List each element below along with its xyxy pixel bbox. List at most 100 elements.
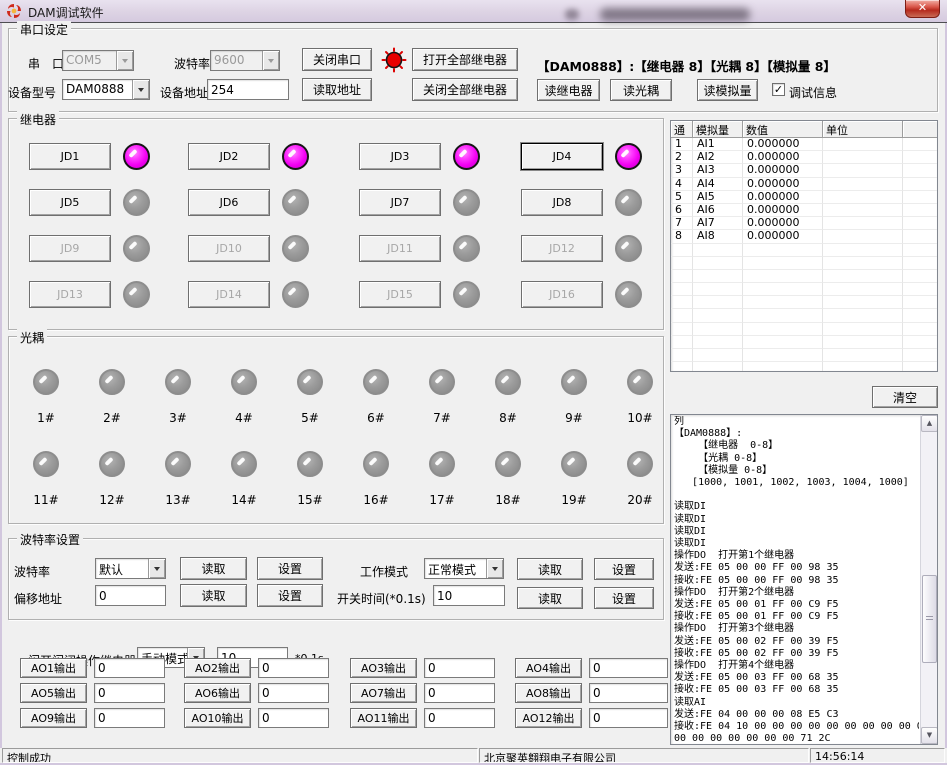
ao-button-ao10[interactable]: AO10输出 bbox=[184, 708, 251, 728]
scroll-down-icon[interactable]: ▼ bbox=[921, 727, 938, 744]
relay-button-jd6[interactable]: JD6 bbox=[188, 189, 270, 216]
ao-button-ao7[interactable]: AO7输出 bbox=[350, 683, 417, 703]
scrollbar-thumb[interactable] bbox=[922, 575, 937, 663]
open-all-relays-button[interactable]: 打开全部继电器 bbox=[412, 48, 518, 71]
ao-input-ao5[interactable] bbox=[94, 683, 165, 703]
ao-button-ao11[interactable]: AO11输出 bbox=[350, 708, 417, 728]
debug-info-checkbox[interactable]: ✓ bbox=[772, 83, 785, 96]
close-button[interactable]: ✕ bbox=[905, 0, 940, 18]
table-row[interactable]: 5AI50.000000 bbox=[671, 191, 937, 204]
offset-address-input[interactable] bbox=[95, 585, 166, 606]
table-cell bbox=[823, 138, 903, 151]
table-cell bbox=[823, 217, 903, 230]
read-workmode-button[interactable]: 读取 bbox=[517, 558, 583, 580]
device-model-select[interactable]: DAM0888 bbox=[62, 79, 150, 100]
title-bar: DAM调试软件 ✕ bbox=[0, 0, 947, 23]
table-row[interactable]: 3AI30.000000 bbox=[671, 164, 937, 177]
relay-button-jd5[interactable]: JD5 bbox=[29, 189, 111, 216]
analog-column-header[interactable]: 数值 bbox=[743, 121, 823, 138]
ao-input-ao7[interactable] bbox=[424, 683, 495, 703]
read-analog-button[interactable]: 读模拟量 bbox=[697, 79, 758, 101]
table-cell: 0.000000 bbox=[743, 204, 823, 217]
relay-button-jd12[interactable]: JD12 bbox=[521, 235, 603, 262]
table-cell bbox=[823, 164, 903, 177]
table-row[interactable]: 8AI80.000000 bbox=[671, 230, 937, 243]
log-line: 发送:FE 05 00 00 FF 00 98 35 bbox=[674, 562, 919, 574]
port-select[interactable]: COM5 bbox=[62, 50, 134, 71]
relay-cell: JD7 bbox=[359, 189, 521, 216]
analog-column-header[interactable]: 单位 bbox=[823, 121, 903, 138]
analog-column-header[interactable]: 通 bbox=[671, 121, 693, 138]
ao-input-ao6[interactable] bbox=[258, 683, 329, 703]
clear-log-button[interactable]: 清空 bbox=[872, 386, 938, 408]
read-baud-button[interactable]: 读取 bbox=[180, 557, 247, 580]
chevron-down-icon[interactable] bbox=[132, 80, 149, 99]
chevron-down-icon[interactable] bbox=[116, 51, 133, 70]
close-port-button[interactable]: 关闭串口 bbox=[302, 48, 372, 71]
relay-button-jd11[interactable]: JD11 bbox=[359, 235, 441, 262]
chevron-down-icon[interactable] bbox=[486, 559, 503, 578]
ao-button-ao8[interactable]: AO8输出 bbox=[515, 683, 582, 703]
set-workmode-button[interactable]: 设置 bbox=[594, 558, 654, 580]
read-address-button[interactable]: 读取地址 bbox=[302, 78, 372, 101]
table-cell bbox=[903, 191, 937, 204]
ao-input-ao11[interactable] bbox=[424, 708, 495, 728]
ao-input-ao1[interactable] bbox=[94, 658, 165, 678]
relay-button-jd14[interactable]: JD14 bbox=[188, 281, 270, 308]
table-row[interactable]: 7AI70.000000 bbox=[671, 217, 937, 230]
chevron-down-icon[interactable] bbox=[148, 559, 165, 578]
ao-input-ao2[interactable] bbox=[258, 658, 329, 678]
table-row[interactable]: 1AI10.000000 bbox=[671, 138, 937, 151]
log-panel[interactable]: 列【DAM0888】: 【继电器 0-8】 【光耦 0-8】 【模拟量 0-8】… bbox=[670, 414, 938, 745]
relay-led-jd12 bbox=[615, 235, 642, 262]
table-row-empty bbox=[671, 336, 937, 349]
read-relay-button[interactable]: 读继电器 bbox=[537, 79, 600, 101]
ao-input-ao3[interactable] bbox=[424, 658, 495, 678]
ao-input-ao10[interactable] bbox=[258, 708, 329, 728]
ao-button-ao12[interactable]: AO12输出 bbox=[515, 708, 582, 728]
baudrate-select[interactable]: 9600 bbox=[210, 50, 280, 71]
switch-time-input[interactable] bbox=[433, 585, 505, 606]
read-switchtime-button[interactable]: 读取 bbox=[517, 587, 583, 609]
analog-column-header[interactable]: 模拟量 bbox=[693, 121, 743, 138]
set-baud-button[interactable]: 设置 bbox=[257, 557, 323, 580]
relay-button-jd9[interactable]: JD9 bbox=[29, 235, 111, 262]
relay-button-jd3[interactable]: JD3 bbox=[359, 143, 441, 170]
table-row[interactable]: 4AI40.000000 bbox=[671, 178, 937, 191]
relay-button-jd15[interactable]: JD15 bbox=[359, 281, 441, 308]
work-mode-select[interactable]: 正常模式 bbox=[424, 558, 504, 579]
relay-button-jd7[interactable]: JD7 bbox=[359, 189, 441, 216]
ao-input-ao9[interactable] bbox=[94, 708, 165, 728]
relay-button-jd13[interactable]: JD13 bbox=[29, 281, 111, 308]
ao-button-ao9[interactable]: AO9输出 bbox=[20, 708, 87, 728]
relay-button-jd1[interactable]: JD1 bbox=[29, 143, 111, 170]
set-switchtime-button[interactable]: 设置 bbox=[594, 587, 654, 609]
chevron-down-icon[interactable] bbox=[262, 51, 279, 70]
ao-button-ao4[interactable]: AO4输出 bbox=[515, 658, 582, 678]
relay-button-jd4[interactable]: JD4 bbox=[521, 143, 603, 170]
ao-input-ao4[interactable] bbox=[589, 658, 668, 678]
relay-button-jd16[interactable]: JD16 bbox=[521, 281, 603, 308]
baud-setting-select[interactable]: 默认 bbox=[95, 558, 166, 579]
scroll-up-icon[interactable]: ▲ bbox=[921, 415, 938, 432]
ao-button-ao5[interactable]: AO5输出 bbox=[20, 683, 87, 703]
read-opto-button[interactable]: 读光耦 bbox=[610, 79, 672, 101]
table-row[interactable]: 6AI60.000000 bbox=[671, 204, 937, 217]
ao-button-ao1[interactable]: AO1输出 bbox=[20, 658, 87, 678]
ao-input-ao8[interactable] bbox=[589, 683, 668, 703]
log-scrollbar[interactable]: ▲ ▼ bbox=[920, 415, 937, 744]
table-cell: 8 bbox=[671, 230, 693, 243]
ao-button-ao6[interactable]: AO6输出 bbox=[184, 683, 251, 703]
relay-button-jd10[interactable]: JD10 bbox=[188, 235, 270, 262]
ao-button-ao2[interactable]: AO2输出 bbox=[184, 658, 251, 678]
device-address-input[interactable] bbox=[207, 79, 289, 100]
table-row[interactable]: 2AI20.000000 bbox=[671, 151, 937, 164]
relay-button-jd8[interactable]: JD8 bbox=[521, 189, 603, 216]
ao-input-ao12[interactable] bbox=[589, 708, 668, 728]
ao-button-ao3[interactable]: AO3输出 bbox=[350, 658, 417, 678]
set-offset-button[interactable]: 设置 bbox=[257, 584, 323, 607]
close-all-relays-button[interactable]: 关闭全部继电器 bbox=[412, 78, 518, 101]
analog-column-header[interactable] bbox=[903, 121, 937, 138]
read-offset-button[interactable]: 读取 bbox=[180, 584, 247, 607]
relay-button-jd2[interactable]: JD2 bbox=[188, 143, 270, 170]
